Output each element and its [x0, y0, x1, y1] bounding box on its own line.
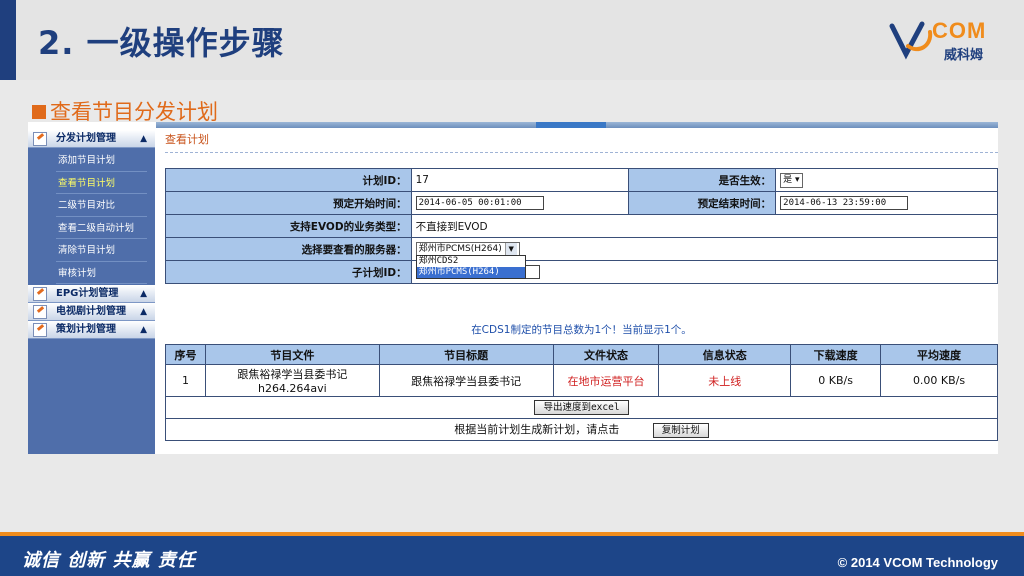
collapse-arrow-icon[interactable]: ▲ [140, 321, 147, 339]
divider [165, 152, 998, 166]
plan-id-value: 17 [410, 168, 630, 192]
row-title: 跟焦裕禄学当县委书记 [378, 364, 554, 397]
row-download-speed: 0 KB/s [790, 364, 882, 397]
logo-sub-text: 威科姆 [944, 48, 984, 63]
export-cell: 导出速度到excel [165, 396, 998, 419]
row-file-line2: h264.264avi [257, 382, 327, 395]
server-option[interactable]: 郑州CDS2 [417, 256, 525, 267]
evod-value: 不直接到EVOD [410, 214, 998, 238]
server-option-selected[interactable]: 郑州市PCMS(H264) [416, 267, 525, 278]
vcom-logo: COM 威科姆 [888, 16, 998, 64]
generate-cell: 根据当前计划生成新计划，请点击 复制计划 [165, 418, 998, 441]
sidebar-group-epg[interactable]: EPG计划管理 ▲ [28, 285, 155, 303]
end-time-input[interactable]: 2014-06-13 23:59:00 [780, 196, 909, 210]
sidebar-group-planning[interactable]: 策划计划管理 ▲ [28, 321, 155, 339]
slide-footer: 诚信 创新 共赢 责任 © 2014 VCOM Technology [0, 532, 1024, 576]
col-title: 节目标题 [378, 344, 554, 365]
copy-plan-button[interactable]: 复制计划 [652, 423, 709, 438]
sidebar-item-review-plan[interactable]: 审核计划 [28, 263, 155, 286]
chevron-down-icon[interactable]: ▼ [504, 242, 517, 256]
col-index: 序号 [165, 344, 206, 365]
plan-id-label: 计划ID： [165, 168, 412, 192]
sidebar-group-label: 策划计划管理 [56, 324, 116, 335]
table-header-row: 序号 节目文件 节目标题 文件状态 信息状态 下载速度 平均速度 [165, 344, 998, 365]
sidebar-items: 添加节目计划 查看节目计划 二级节目对比 查看二级自动计划 清除节目计划 审核计… [28, 148, 155, 285]
page-title: 查看计划 [165, 133, 209, 146]
effective-cell: 是 ▾ [775, 168, 998, 192]
sidebar-group-label: EPG计划管理 [56, 288, 119, 299]
chevron-down-icon: ▾ [795, 174, 800, 185]
server-dropdown-list: 郑州CDS2 郑州市PCMS(H264) [415, 255, 526, 279]
sidebar-item-clear-plan[interactable]: 清除节目计划 [28, 240, 155, 263]
section-heading-text: 查看节目分发计划 [50, 100, 218, 124]
generate-row: 根据当前计划生成新计划，请点击 复制计划 [165, 418, 998, 441]
sidebar-group-label: 分发计划管理 [56, 133, 116, 144]
collapse-arrow-icon[interactable]: ▲ [140, 303, 147, 321]
pencil-icon [33, 305, 47, 319]
sidebar-item-add-plan[interactable]: 添加节目计划 [28, 150, 155, 173]
row-file-status: 在地市运营平台 [552, 364, 660, 397]
pencil-icon [33, 323, 47, 337]
col-file: 节目文件 [204, 344, 380, 365]
table-row[interactable]: 1 跟焦裕禄学当县委书记 h264.264avi 跟焦裕禄学当县委书记 在地市运… [165, 364, 998, 397]
export-row: 导出速度到excel [165, 396, 998, 419]
top-nav-bar [156, 122, 998, 128]
effective-label: 是否生效： [628, 168, 777, 192]
sidebar-item-view-plan[interactable]: 查看节目计划 [28, 173, 155, 196]
start-time-cell: 2014-06-05 00:01:00 [410, 191, 630, 215]
program-table: 序号 节目文件 节目标题 文件状态 信息状态 下载速度 平均速度 1 跟焦裕禄学… [165, 344, 998, 441]
col-file-status: 文件状态 [552, 344, 660, 365]
server-cell: 郑州市PCMS(H264) ▼ 郑州CDS2 郑州市PCMS(H264) [410, 237, 998, 279]
row-avg-speed: 0.00 KB/s [880, 364, 998, 397]
end-time-label: 预定结束时间： [628, 191, 777, 215]
row-file: 跟焦裕禄学当县委书记 h264.264avi [204, 364, 380, 397]
pencil-icon [33, 132, 47, 146]
start-time-label: 预定开始时间： [165, 191, 412, 215]
server-label: 选择要查看的服务器： [165, 237, 412, 261]
generate-text: 根据当前计划生成新计划，请点击 [454, 423, 620, 436]
sidebar-group-tv-series[interactable]: 电视剧计划管理 ▲ [28, 303, 155, 321]
export-excel-button[interactable]: 导出速度到excel [534, 400, 629, 415]
end-time-cell: 2014-06-13 23:59:00 [775, 191, 998, 215]
row-index: 1 [165, 364, 206, 397]
slide-title: 2. 一级操作步骤 [38, 24, 285, 62]
collapse-arrow-icon[interactable]: ▲ [140, 130, 147, 148]
footer-copyright: © 2014 VCOM Technology [837, 555, 998, 570]
header-accent-bar [0, 0, 16, 80]
logo-mark-icon [889, 21, 933, 60]
summary-text: 在CDS1制定的节目总数为1个！当前显示1个。 [471, 324, 692, 336]
top-nav-active-tab[interactable] [536, 122, 606, 128]
slide-header: 2. 一级操作步骤 COM 威科姆 [0, 0, 1024, 80]
sidebar-item-auto-plan[interactable]: 查看二级自动计划 [28, 218, 155, 241]
sidebar-item-compare[interactable]: 二级节目对比 [28, 195, 155, 218]
effective-select[interactable]: 是 ▾ [780, 172, 803, 188]
row-file-line1: 跟焦裕禄学当县委书记 [237, 368, 348, 381]
collapse-arrow-icon[interactable]: ▲ [140, 285, 147, 303]
start-time-input[interactable]: 2014-06-05 00:01:00 [415, 196, 544, 210]
subplan-label: 子计划ID： [165, 260, 412, 284]
col-download-speed: 下载速度 [790, 344, 882, 365]
col-info-status: 信息状态 [658, 344, 792, 365]
row-info-status: 未上线 [658, 364, 792, 397]
bullet-square-icon [32, 105, 46, 119]
sidebar: 分发计划管理 ▲ 添加节目计划 查看节目计划 二级节目对比 查看二级自动计划 清… [28, 130, 155, 454]
plan-form: 计划ID： 17 是否生效： 是 ▾ 预定开始时间： 2014-06-05 00… [165, 168, 998, 284]
sidebar-group-distribution[interactable]: 分发计划管理 ▲ [28, 130, 155, 148]
sidebar-group-label: 电视剧计划管理 [56, 306, 126, 317]
pencil-icon [33, 287, 47, 301]
main-content: 查看计划 计划ID： 17 是否生效： 是 ▾ 预定开始时间： 2014-06-… [165, 130, 998, 441]
app-window: 分发计划管理 ▲ 添加节目计划 查看节目计划 二级节目对比 查看二级自动计划 清… [28, 122, 998, 454]
server-select-value: 郑州市PCMS(H264) [418, 243, 502, 254]
logo-brand-text: COM [932, 18, 987, 43]
footer-slogan: 诚信 创新 共赢 责任 [22, 550, 196, 571]
evod-label: 支持EVOD的业务类型： [165, 214, 412, 238]
col-avg-speed: 平均速度 [880, 344, 998, 365]
